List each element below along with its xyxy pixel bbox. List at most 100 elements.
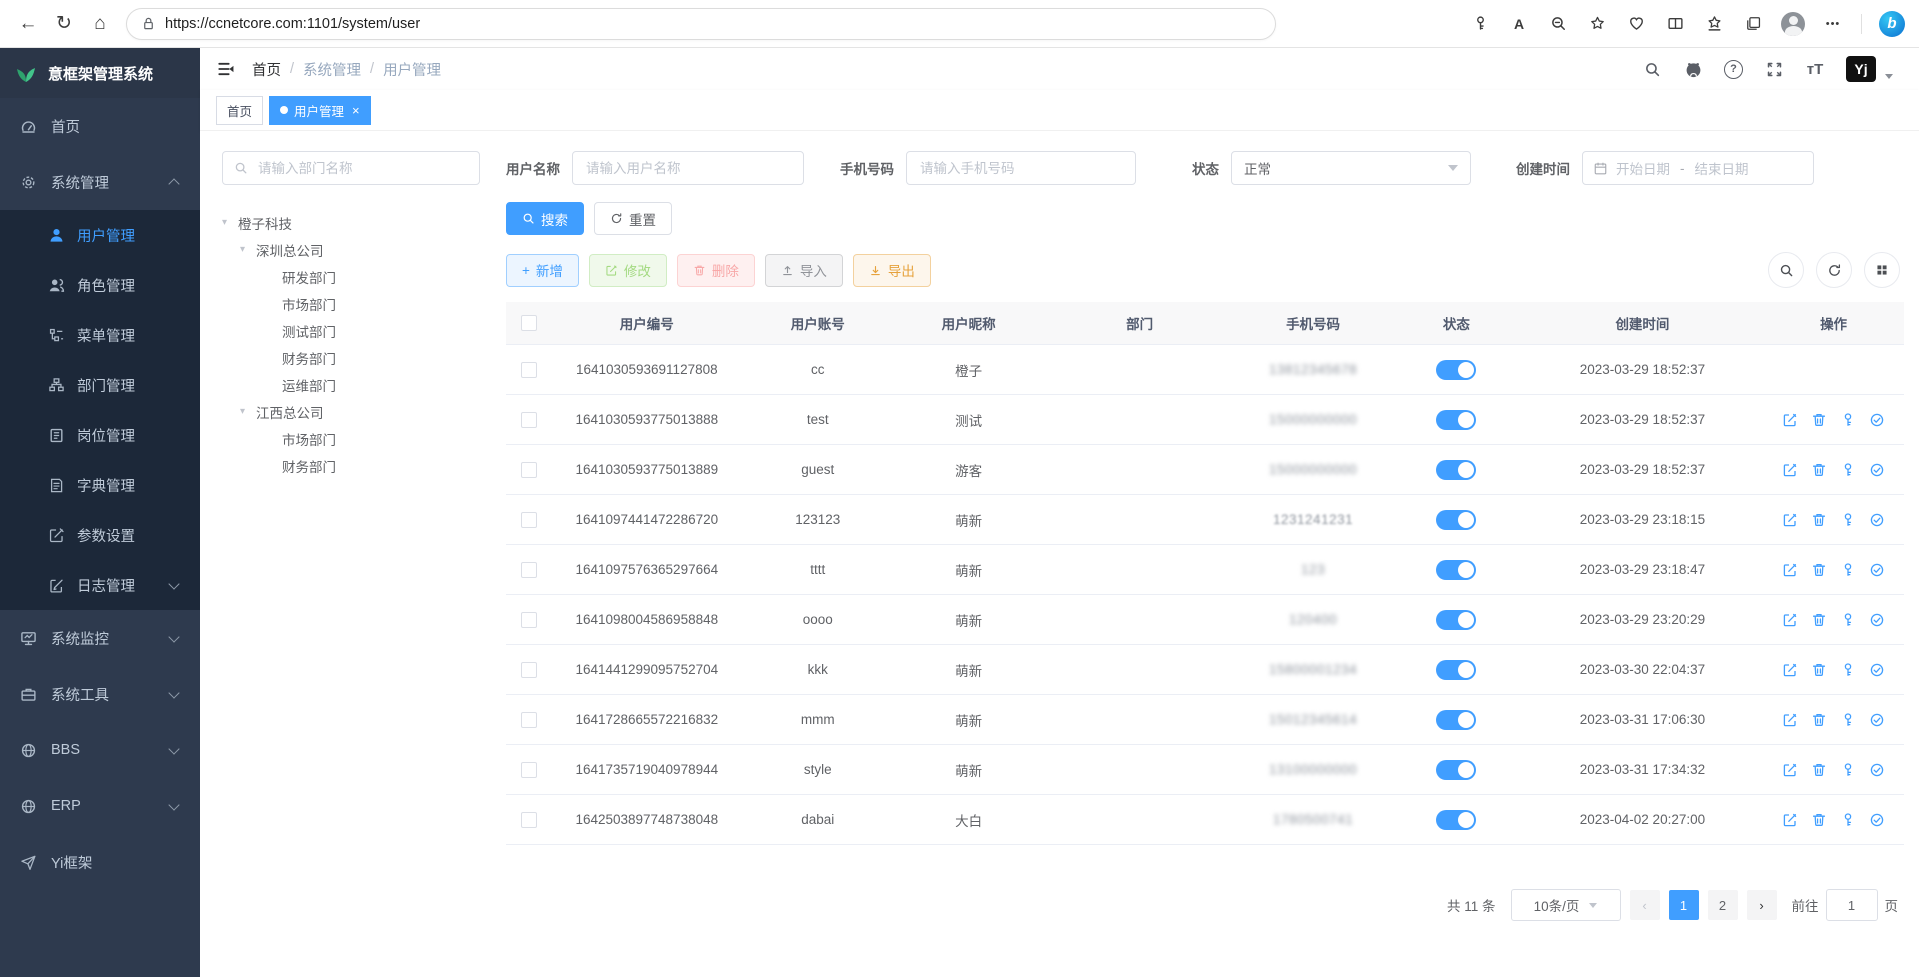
row-checkbox[interactable] bbox=[521, 412, 537, 428]
close-icon[interactable]: × bbox=[352, 103, 360, 118]
date-range-picker[interactable]: 开始日期 - 结束日期 bbox=[1582, 151, 1814, 185]
page-button-2[interactable]: 2 bbox=[1708, 890, 1738, 920]
table-search-toggle-button[interactable] bbox=[1768, 252, 1804, 288]
font-size-icon[interactable]: тT bbox=[1805, 59, 1825, 79]
tree-node-root[interactable]: ▾橙子科技 bbox=[222, 209, 480, 236]
row-delete-icon[interactable] bbox=[1811, 762, 1827, 778]
browser-settings-dots-icon[interactable]: ••• bbox=[1822, 13, 1844, 35]
status-toggle[interactable] bbox=[1436, 610, 1476, 630]
sidebar-collapse-icon[interactable] bbox=[216, 59, 236, 79]
row-edit-icon[interactable] bbox=[1782, 512, 1798, 528]
tree-expand-icon[interactable]: ▾ bbox=[240, 244, 256, 255]
row-checkbox[interactable] bbox=[521, 762, 537, 778]
search-icon[interactable] bbox=[1642, 59, 1662, 79]
row-reset-password-icon[interactable] bbox=[1840, 662, 1856, 678]
dept-search-input[interactable] bbox=[256, 160, 468, 177]
sidebar-item-home[interactable]: 首页 bbox=[0, 98, 200, 154]
row-reset-password-icon[interactable] bbox=[1840, 562, 1856, 578]
page-size-select[interactable]: 10条/页 bbox=[1511, 889, 1621, 921]
zoom-out-icon[interactable] bbox=[1547, 13, 1569, 35]
collections-icon[interactable] bbox=[1742, 13, 1764, 35]
row-delete-icon[interactable] bbox=[1811, 662, 1827, 678]
tree-node-dept[interactable]: 运维部门 bbox=[222, 371, 480, 398]
tree-node-dept[interactable]: 测试部门 bbox=[222, 317, 480, 344]
row-checkbox[interactable] bbox=[521, 462, 537, 478]
add-favorite-icon[interactable] bbox=[1586, 13, 1608, 35]
help-icon[interactable]: ? bbox=[1724, 60, 1743, 79]
search-button[interactable]: 搜索 bbox=[506, 202, 584, 235]
row-edit-icon[interactable] bbox=[1782, 662, 1798, 678]
row-assign-role-icon[interactable] bbox=[1869, 562, 1885, 578]
row-reset-password-icon[interactable] bbox=[1840, 462, 1856, 478]
row-edit-icon[interactable] bbox=[1782, 712, 1798, 728]
row-assign-role-icon[interactable] bbox=[1869, 512, 1885, 528]
row-reset-password-icon[interactable] bbox=[1840, 412, 1856, 428]
row-delete-icon[interactable] bbox=[1811, 562, 1827, 578]
status-select[interactable]: 正常 bbox=[1231, 151, 1471, 185]
goto-page-input[interactable] bbox=[1826, 889, 1878, 921]
split-screen-icon[interactable] bbox=[1664, 13, 1686, 35]
row-assign-role-icon[interactable] bbox=[1869, 712, 1885, 728]
row-delete-icon[interactable] bbox=[1811, 512, 1827, 528]
breadcrumb-home[interactable]: 首页 bbox=[252, 59, 281, 80]
sidebar-item-users[interactable]: 用户管理 bbox=[0, 210, 200, 260]
status-toggle[interactable] bbox=[1436, 410, 1476, 430]
status-toggle[interactable] bbox=[1436, 560, 1476, 580]
bing-sidebar-icon[interactable]: b bbox=[1879, 11, 1905, 37]
tree-node-dept[interactable]: 市场部门 bbox=[222, 425, 480, 452]
tree-node-dept[interactable]: 财务部门 bbox=[222, 344, 480, 371]
row-edit-icon[interactable] bbox=[1782, 412, 1798, 428]
sidebar-item-params[interactable]: 参数设置 bbox=[0, 510, 200, 560]
sidebar-item-menus[interactable]: 菜单管理 bbox=[0, 310, 200, 360]
table-columns-button[interactable] bbox=[1864, 252, 1900, 288]
row-checkbox[interactable] bbox=[521, 812, 537, 828]
status-toggle[interactable] bbox=[1436, 760, 1476, 780]
sidebar-item-departments[interactable]: 部门管理 bbox=[0, 360, 200, 410]
table-refresh-button[interactable] bbox=[1816, 252, 1852, 288]
username-input[interactable] bbox=[584, 160, 792, 177]
row-delete-icon[interactable] bbox=[1811, 812, 1827, 828]
sidebar-item-roles[interactable]: 角色管理 bbox=[0, 260, 200, 310]
browser-essentials-icon[interactable] bbox=[1625, 13, 1647, 35]
next-page-button[interactable]: › bbox=[1747, 890, 1777, 920]
read-aloud-icon[interactable]: A bbox=[1508, 13, 1530, 35]
breadcrumb-system[interactable]: 系统管理 bbox=[303, 59, 361, 80]
browser-back-icon[interactable]: ← bbox=[10, 6, 46, 42]
tree-expand-icon[interactable]: ▾ bbox=[222, 217, 238, 228]
sidebar-item-system[interactable]: 系统管理 bbox=[0, 154, 200, 210]
row-reset-password-icon[interactable] bbox=[1840, 762, 1856, 778]
tab-user-management[interactable]: 用户管理 × bbox=[269, 96, 371, 125]
status-toggle[interactable] bbox=[1436, 660, 1476, 680]
user-avatar[interactable]: Yj bbox=[1846, 56, 1876, 82]
tree-node-company[interactable]: ▾深圳总公司 bbox=[222, 236, 480, 263]
row-assign-role-icon[interactable] bbox=[1869, 762, 1885, 778]
import-button[interactable]: 导入 bbox=[765, 254, 843, 287]
address-bar[interactable]: https://ccnetcore.com:1101/system/user bbox=[126, 8, 1276, 40]
add-button[interactable]: +新增 bbox=[506, 254, 579, 287]
row-reset-password-icon[interactable] bbox=[1840, 512, 1856, 528]
url-text[interactable]: https://ccnetcore.com:1101/system/user bbox=[165, 16, 420, 32]
sidebar-item-posts[interactable]: 岗位管理 bbox=[0, 410, 200, 460]
sidebar-item-erp[interactable]: ERP bbox=[0, 778, 200, 834]
browser-home-icon[interactable]: ⌂ bbox=[82, 6, 118, 42]
sidebar-item-bbs[interactable]: BBS bbox=[0, 722, 200, 778]
tab-home[interactable]: 首页 bbox=[216, 96, 263, 125]
phone-input[interactable] bbox=[918, 160, 1124, 177]
github-icon[interactable] bbox=[1683, 59, 1703, 79]
row-edit-icon[interactable] bbox=[1782, 612, 1798, 628]
row-reset-password-icon[interactable] bbox=[1840, 612, 1856, 628]
sidebar-item-dict[interactable]: 字典管理 bbox=[0, 460, 200, 510]
favorites-bar-icon[interactable] bbox=[1703, 13, 1725, 35]
tree-node-dept[interactable]: 研发部门 bbox=[222, 263, 480, 290]
row-delete-icon[interactable] bbox=[1811, 712, 1827, 728]
sidebar-item-monitor[interactable]: 系统监控 bbox=[0, 610, 200, 666]
row-checkbox[interactable] bbox=[521, 712, 537, 728]
row-assign-role-icon[interactable] bbox=[1869, 612, 1885, 628]
select-all-checkbox[interactable] bbox=[521, 315, 537, 331]
row-edit-icon[interactable] bbox=[1782, 812, 1798, 828]
tree-expand-icon[interactable]: ▾ bbox=[240, 406, 256, 417]
password-key-icon[interactable] bbox=[1469, 13, 1491, 35]
row-assign-role-icon[interactable] bbox=[1869, 662, 1885, 678]
delete-button[interactable]: 删除 bbox=[677, 254, 755, 287]
sidebar-item-yi[interactable]: Yi框架 bbox=[0, 834, 200, 890]
